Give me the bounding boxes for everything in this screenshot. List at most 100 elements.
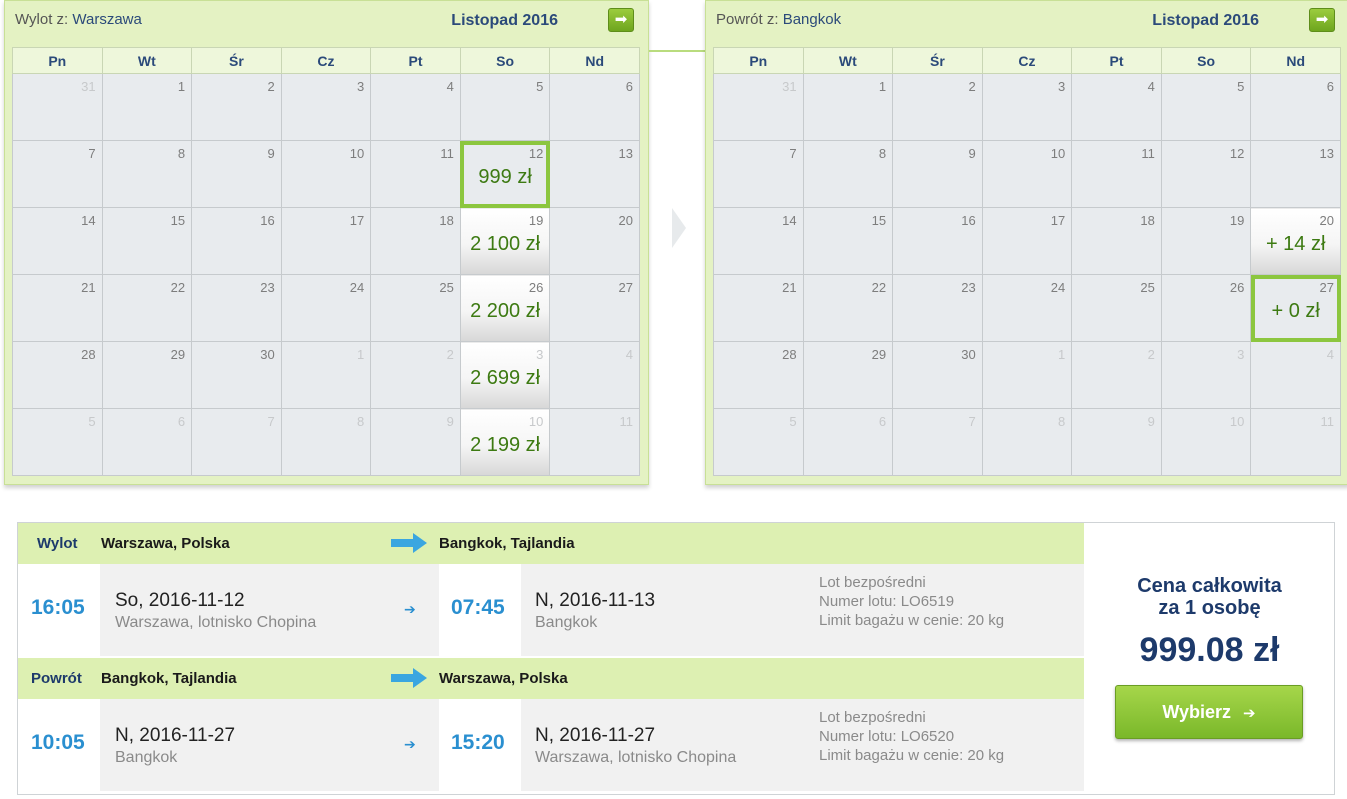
outbound-from: Warszawa, Polska	[101, 535, 230, 552]
calendar-day[interactable]: 13	[549, 140, 640, 208]
calendar-day[interactable]: 22	[802, 274, 894, 342]
calendar-day[interactable]: 25	[1071, 274, 1162, 342]
calendar-day[interactable]: 20	[549, 207, 640, 275]
calendar-day[interactable]: 15	[802, 207, 894, 275]
choose-button[interactable]: Wybierz ➔	[1115, 685, 1303, 739]
calendar-day[interactable]: 3	[280, 73, 372, 141]
day-number: 7	[968, 414, 976, 429]
calendar-day[interactable]: 1	[280, 341, 372, 409]
calendar-day[interactable]: 18	[1071, 207, 1162, 275]
calendar-day[interactable]: 9	[370, 408, 461, 476]
calendar-day[interactable]: 1	[802, 73, 894, 141]
calendar-day[interactable]: 14	[713, 207, 804, 275]
calendar-day[interactable]: 8	[280, 408, 372, 476]
calendar-day[interactable]: 4	[549, 341, 640, 409]
calendar-day[interactable]: 2	[892, 73, 983, 141]
calendar-day[interactable]: 25	[370, 274, 461, 342]
calendar-day[interactable]: 24	[280, 274, 372, 342]
calendar-day[interactable]: 3	[981, 73, 1073, 141]
arrow-right-icon: ➡	[614, 11, 628, 28]
calendar-day[interactable]: 9	[191, 140, 282, 208]
calendar-day[interactable]: 30	[191, 341, 282, 409]
calendar-day[interactable]: 30	[892, 341, 983, 409]
calendar-day[interactable]: 28	[12, 341, 103, 409]
calendar-day[interactable]: 29	[101, 341, 193, 409]
calendar-day[interactable]: 28	[713, 341, 804, 409]
calendar-day[interactable]: 7	[892, 408, 983, 476]
day-number: 5	[536, 79, 544, 94]
calendar-day[interactable]: 5	[459, 73, 551, 141]
next-month-button[interactable]: ➡	[1309, 8, 1335, 32]
calendar-day[interactable]: 3	[1160, 341, 1252, 409]
calendar-day[interactable]: 13	[1250, 140, 1341, 208]
calendar-day[interactable]: 15	[101, 207, 193, 275]
calendar-day[interactable]: 23	[191, 274, 282, 342]
calendar-day[interactable]: 19	[1160, 207, 1252, 275]
calendar-day-with-price[interactable]: 12 999 zł	[459, 140, 551, 208]
calendar-day[interactable]: 1	[101, 73, 193, 141]
calendar-day-with-price[interactable]: 10 2 199 zł	[459, 408, 551, 476]
calendar-day[interactable]: 4	[370, 73, 461, 141]
calendar-day[interactable]: 29	[802, 341, 894, 409]
calendar-day[interactable]: 17	[280, 207, 372, 275]
calendar-day[interactable]: 10	[981, 140, 1073, 208]
next-month-button[interactable]: ➡	[608, 8, 634, 32]
calendar-day[interactable]: 11	[549, 408, 640, 476]
calendar-day[interactable]: 11	[1071, 140, 1162, 208]
calendar-day[interactable]: 8	[981, 408, 1073, 476]
calendar-day[interactable]: 23	[892, 274, 983, 342]
day-number: 16	[961, 213, 976, 228]
calendar-week-row: 14 15 16 17 18 19 20 + 14 zł	[713, 207, 1341, 275]
calendar-day[interactable]: 10	[280, 140, 372, 208]
total-price: 999.08 zł	[1139, 631, 1280, 669]
calendar-day[interactable]: 6	[101, 408, 193, 476]
calendar-day[interactable]: 4	[1071, 73, 1162, 141]
calendar-day[interactable]: 27	[549, 274, 640, 342]
day-number: 6	[625, 79, 633, 94]
calendar-day[interactable]: 7	[713, 140, 804, 208]
calendar-day[interactable]: 21	[713, 274, 804, 342]
calendar-day[interactable]: 7	[191, 408, 282, 476]
flight-type: Lot bezpośredni	[819, 709, 926, 726]
calendar-day[interactable]: 24	[981, 274, 1073, 342]
calendar-day[interactable]: 2	[1071, 341, 1162, 409]
calendar-day[interactable]: 31	[713, 73, 804, 141]
calendar-day-with-price[interactable]: 26 2 200 zł	[459, 274, 551, 342]
calendar-day[interactable]: 9	[1071, 408, 1162, 476]
calendar-day[interactable]: 14	[12, 207, 103, 275]
calendar-day[interactable]: 12	[1160, 140, 1252, 208]
calendar-day[interactable]: 1	[981, 341, 1073, 409]
calendar-day[interactable]: 8	[802, 140, 894, 208]
calendar-day-with-price[interactable]: 19 2 100 zł	[459, 207, 551, 275]
calendar-day[interactable]: 6	[802, 408, 894, 476]
calendar-day[interactable]: 18	[370, 207, 461, 275]
calendar-day[interactable]: 6	[1250, 73, 1341, 141]
calendar-day-with-price[interactable]: 3 2 699 zł	[459, 341, 551, 409]
calendar-day[interactable]: 31	[12, 73, 103, 141]
calendar-day[interactable]: 2	[370, 341, 461, 409]
calendar-day[interactable]: 21	[12, 274, 103, 342]
calendar-day[interactable]: 9	[892, 140, 983, 208]
day-number: 2	[446, 347, 454, 362]
calendar-day[interactable]: 10	[1160, 408, 1252, 476]
calendar-day[interactable]: 6	[549, 73, 640, 141]
calendar-day[interactable]: 5	[12, 408, 103, 476]
calendar-day[interactable]: 16	[892, 207, 983, 275]
calendar-day[interactable]: 5	[1160, 73, 1252, 141]
calendar-day[interactable]: 22	[101, 274, 193, 342]
day-number: 26	[528, 280, 544, 295]
calendar-day[interactable]: 26	[1160, 274, 1252, 342]
calendar-day[interactable]: 11	[1250, 408, 1341, 476]
calendar-day[interactable]: 2	[191, 73, 282, 141]
calendar-day-with-price[interactable]: 20 + 14 zł	[1250, 207, 1341, 275]
calendar-day[interactable]: 16	[191, 207, 282, 275]
calendar-day-with-price[interactable]: 27 + 0 zł	[1250, 274, 1341, 342]
calendar-day[interactable]: 4	[1250, 341, 1341, 409]
calendar-day[interactable]: 11	[370, 140, 461, 208]
calendar-day[interactable]: 5	[713, 408, 804, 476]
calendar-day[interactable]: 17	[981, 207, 1073, 275]
calendar-day[interactable]: 8	[101, 140, 193, 208]
direction-arrow-icon	[391, 533, 427, 553]
calendar-week-row: 28 29 30 1 2 3 4	[713, 341, 1341, 409]
calendar-day[interactable]: 7	[12, 140, 103, 208]
